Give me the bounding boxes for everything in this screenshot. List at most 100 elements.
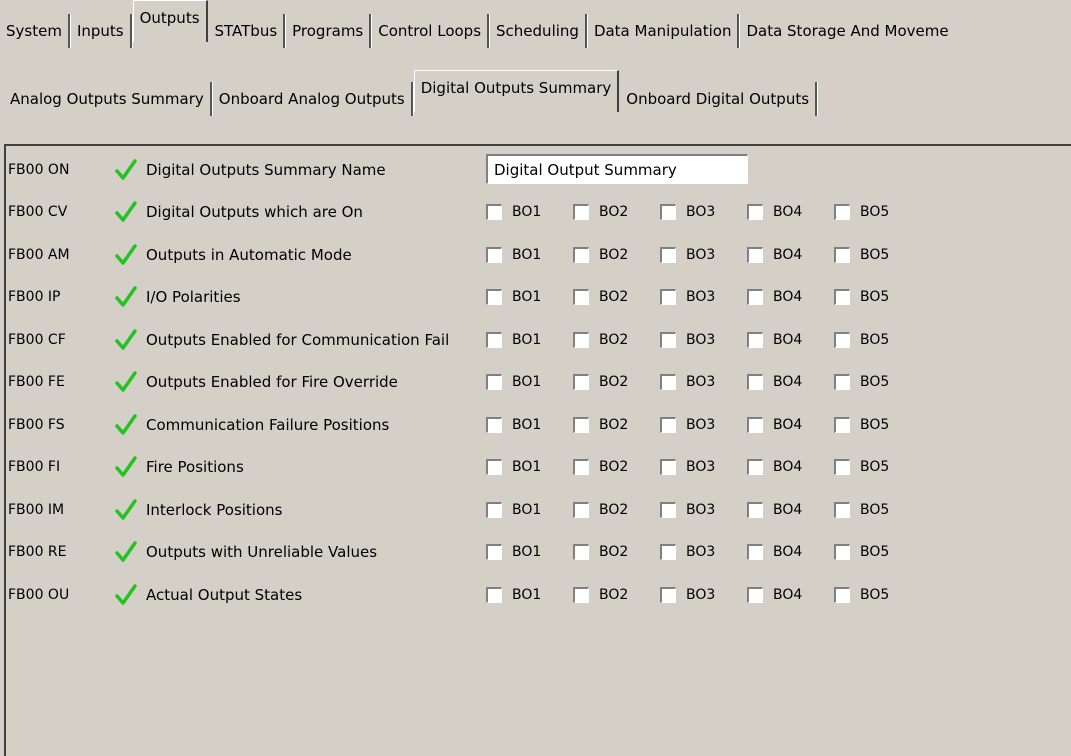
bo-option: BO4 bbox=[747, 331, 834, 348]
bo-checkbox[interactable] bbox=[573, 246, 589, 263]
bo-checkbox[interactable] bbox=[747, 374, 763, 390]
sub-tab-bar: Analog Outputs Summary Onboard Analog Ou… bbox=[0, 70, 818, 116]
bo-checkbox[interactable] bbox=[660, 416, 676, 433]
bo-checkbox[interactable] bbox=[486, 544, 502, 560]
checkmark-icon bbox=[115, 201, 137, 222]
summary-name-input[interactable] bbox=[486, 154, 748, 184]
bo-label: BO1 bbox=[512, 374, 542, 390]
bo-option: BO4 bbox=[747, 204, 834, 220]
bo-checkbox-group: BO1 BO2 BO3 BO4 BO5 bbox=[486, 374, 921, 390]
bo-checkbox[interactable] bbox=[486, 204, 502, 220]
bo-checkbox[interactable] bbox=[660, 246, 676, 263]
bo-label: BO5 bbox=[860, 204, 890, 220]
bo-label: BO5 bbox=[860, 331, 890, 348]
bo-checkbox[interactable] bbox=[486, 289, 502, 305]
bo-option: BO2 bbox=[573, 246, 660, 263]
checkmark-icon bbox=[115, 583, 137, 605]
bo-label: BO3 bbox=[686, 246, 716, 263]
tab-control-loops[interactable]: Control Loops bbox=[372, 14, 490, 48]
bo-checkbox[interactable] bbox=[834, 331, 850, 348]
bo-option: BO1 bbox=[486, 246, 573, 263]
bo-checkbox[interactable] bbox=[573, 459, 589, 475]
tab-system[interactable]: System bbox=[0, 14, 70, 48]
bo-checkbox[interactable] bbox=[747, 501, 763, 518]
bo-checkbox[interactable] bbox=[747, 459, 763, 475]
bo-option: BO1 bbox=[486, 586, 573, 603]
bo-label: BO4 bbox=[773, 246, 803, 263]
bo-checkbox[interactable] bbox=[747, 416, 763, 433]
bo-checkbox[interactable] bbox=[573, 289, 589, 305]
bo-checkbox[interactable] bbox=[660, 544, 676, 560]
tab-digital-outputs-summary[interactable]: Digital Outputs Summary bbox=[413, 70, 620, 112]
bo-option: BO5 bbox=[834, 246, 921, 263]
tab-programs[interactable]: Programs bbox=[286, 14, 372, 48]
bo-checkbox[interactable] bbox=[573, 416, 589, 433]
bo-checkbox[interactable] bbox=[834, 416, 850, 433]
bo-checkbox[interactable] bbox=[573, 544, 589, 560]
point-code: FB00 AM bbox=[8, 246, 70, 263]
tab-data-manipulation[interactable]: Data Manipulation bbox=[588, 14, 740, 48]
bo-checkbox[interactable] bbox=[834, 246, 850, 263]
bo-checkbox[interactable] bbox=[747, 204, 763, 220]
bo-checkbox[interactable] bbox=[660, 204, 676, 220]
bo-checkbox[interactable] bbox=[834, 586, 850, 603]
tab-statbus[interactable]: STATbus bbox=[209, 14, 286, 48]
bo-checkbox[interactable] bbox=[660, 501, 676, 518]
bo-label: BO1 bbox=[512, 586, 542, 603]
bo-checkbox[interactable] bbox=[486, 246, 502, 263]
bo-checkbox[interactable] bbox=[834, 289, 850, 305]
tab-inputs[interactable]: Inputs bbox=[71, 14, 132, 48]
bo-checkbox[interactable] bbox=[486, 586, 502, 603]
bo-checkbox[interactable] bbox=[747, 289, 763, 305]
row-label: Outputs with Unreliable Values bbox=[146, 543, 378, 561]
bo-checkbox[interactable] bbox=[573, 586, 589, 603]
bo-checkbox[interactable] bbox=[834, 501, 850, 518]
bo-checkbox[interactable] bbox=[660, 331, 676, 348]
bo-label: BO4 bbox=[773, 289, 803, 305]
bo-option: BO5 bbox=[834, 544, 921, 560]
bo-checkbox[interactable] bbox=[486, 501, 502, 518]
row-label: Outputs in Automatic Mode bbox=[146, 245, 352, 264]
tab-onboard-analog-outputs[interactable]: Onboard Analog Outputs bbox=[213, 82, 413, 116]
bo-checkbox[interactable] bbox=[660, 374, 676, 390]
tab-scheduling[interactable]: Scheduling bbox=[490, 14, 587, 48]
bo-checkbox[interactable] bbox=[573, 374, 589, 390]
bo-checkbox[interactable] bbox=[834, 459, 850, 475]
bo-checkbox[interactable] bbox=[573, 331, 589, 348]
checkmark-icon bbox=[115, 413, 137, 435]
bo-checkbox[interactable] bbox=[660, 459, 676, 475]
bo-checkbox[interactable] bbox=[747, 331, 763, 348]
bo-option: BO4 bbox=[747, 544, 834, 560]
bo-label: BO5 bbox=[860, 459, 890, 475]
bo-checkbox[interactable] bbox=[573, 501, 589, 518]
bo-checkbox[interactable] bbox=[660, 586, 676, 603]
row-label: Outputs Enabled for Communication Fail bbox=[146, 330, 450, 349]
row-label: Outputs Enabled for Fire Override bbox=[146, 373, 398, 391]
bo-label: BO3 bbox=[686, 501, 716, 518]
bo-checkbox[interactable] bbox=[486, 331, 502, 348]
bo-checkbox[interactable] bbox=[486, 416, 502, 433]
bo-checkbox[interactable] bbox=[573, 204, 589, 220]
bo-checkbox[interactable] bbox=[834, 544, 850, 560]
bo-option: BO5 bbox=[834, 374, 921, 390]
tab-data-storage[interactable]: Data Storage And Moveme bbox=[740, 14, 954, 48]
checkmark-icon bbox=[115, 371, 137, 392]
bo-option: BO5 bbox=[834, 586, 921, 603]
bo-checkbox[interactable] bbox=[747, 246, 763, 263]
bo-checkbox[interactable] bbox=[660, 289, 676, 305]
bo-option: BO4 bbox=[747, 501, 834, 518]
bo-option: BO4 bbox=[747, 586, 834, 603]
bo-checkbox[interactable] bbox=[834, 204, 850, 220]
point-code: FB00 CV bbox=[8, 204, 68, 220]
bo-checkbox[interactable] bbox=[486, 459, 502, 475]
tab-outputs[interactable]: Outputs bbox=[132, 0, 208, 42]
bo-checkbox[interactable] bbox=[834, 374, 850, 390]
bo-checkbox[interactable] bbox=[747, 544, 763, 560]
bo-checkbox[interactable] bbox=[486, 374, 502, 390]
tab-analog-outputs-summary[interactable]: Analog Outputs Summary bbox=[0, 82, 212, 116]
tab-onboard-digital-outputs[interactable]: Onboard Digital Outputs bbox=[620, 82, 818, 116]
bo-checkbox[interactable] bbox=[747, 586, 763, 603]
bo-label: BO3 bbox=[686, 586, 716, 603]
bo-option: BO2 bbox=[573, 204, 660, 220]
digital-outputs-summary-panel: FB00 ON Digital Outputs Summary Name FB0… bbox=[4, 144, 1071, 756]
